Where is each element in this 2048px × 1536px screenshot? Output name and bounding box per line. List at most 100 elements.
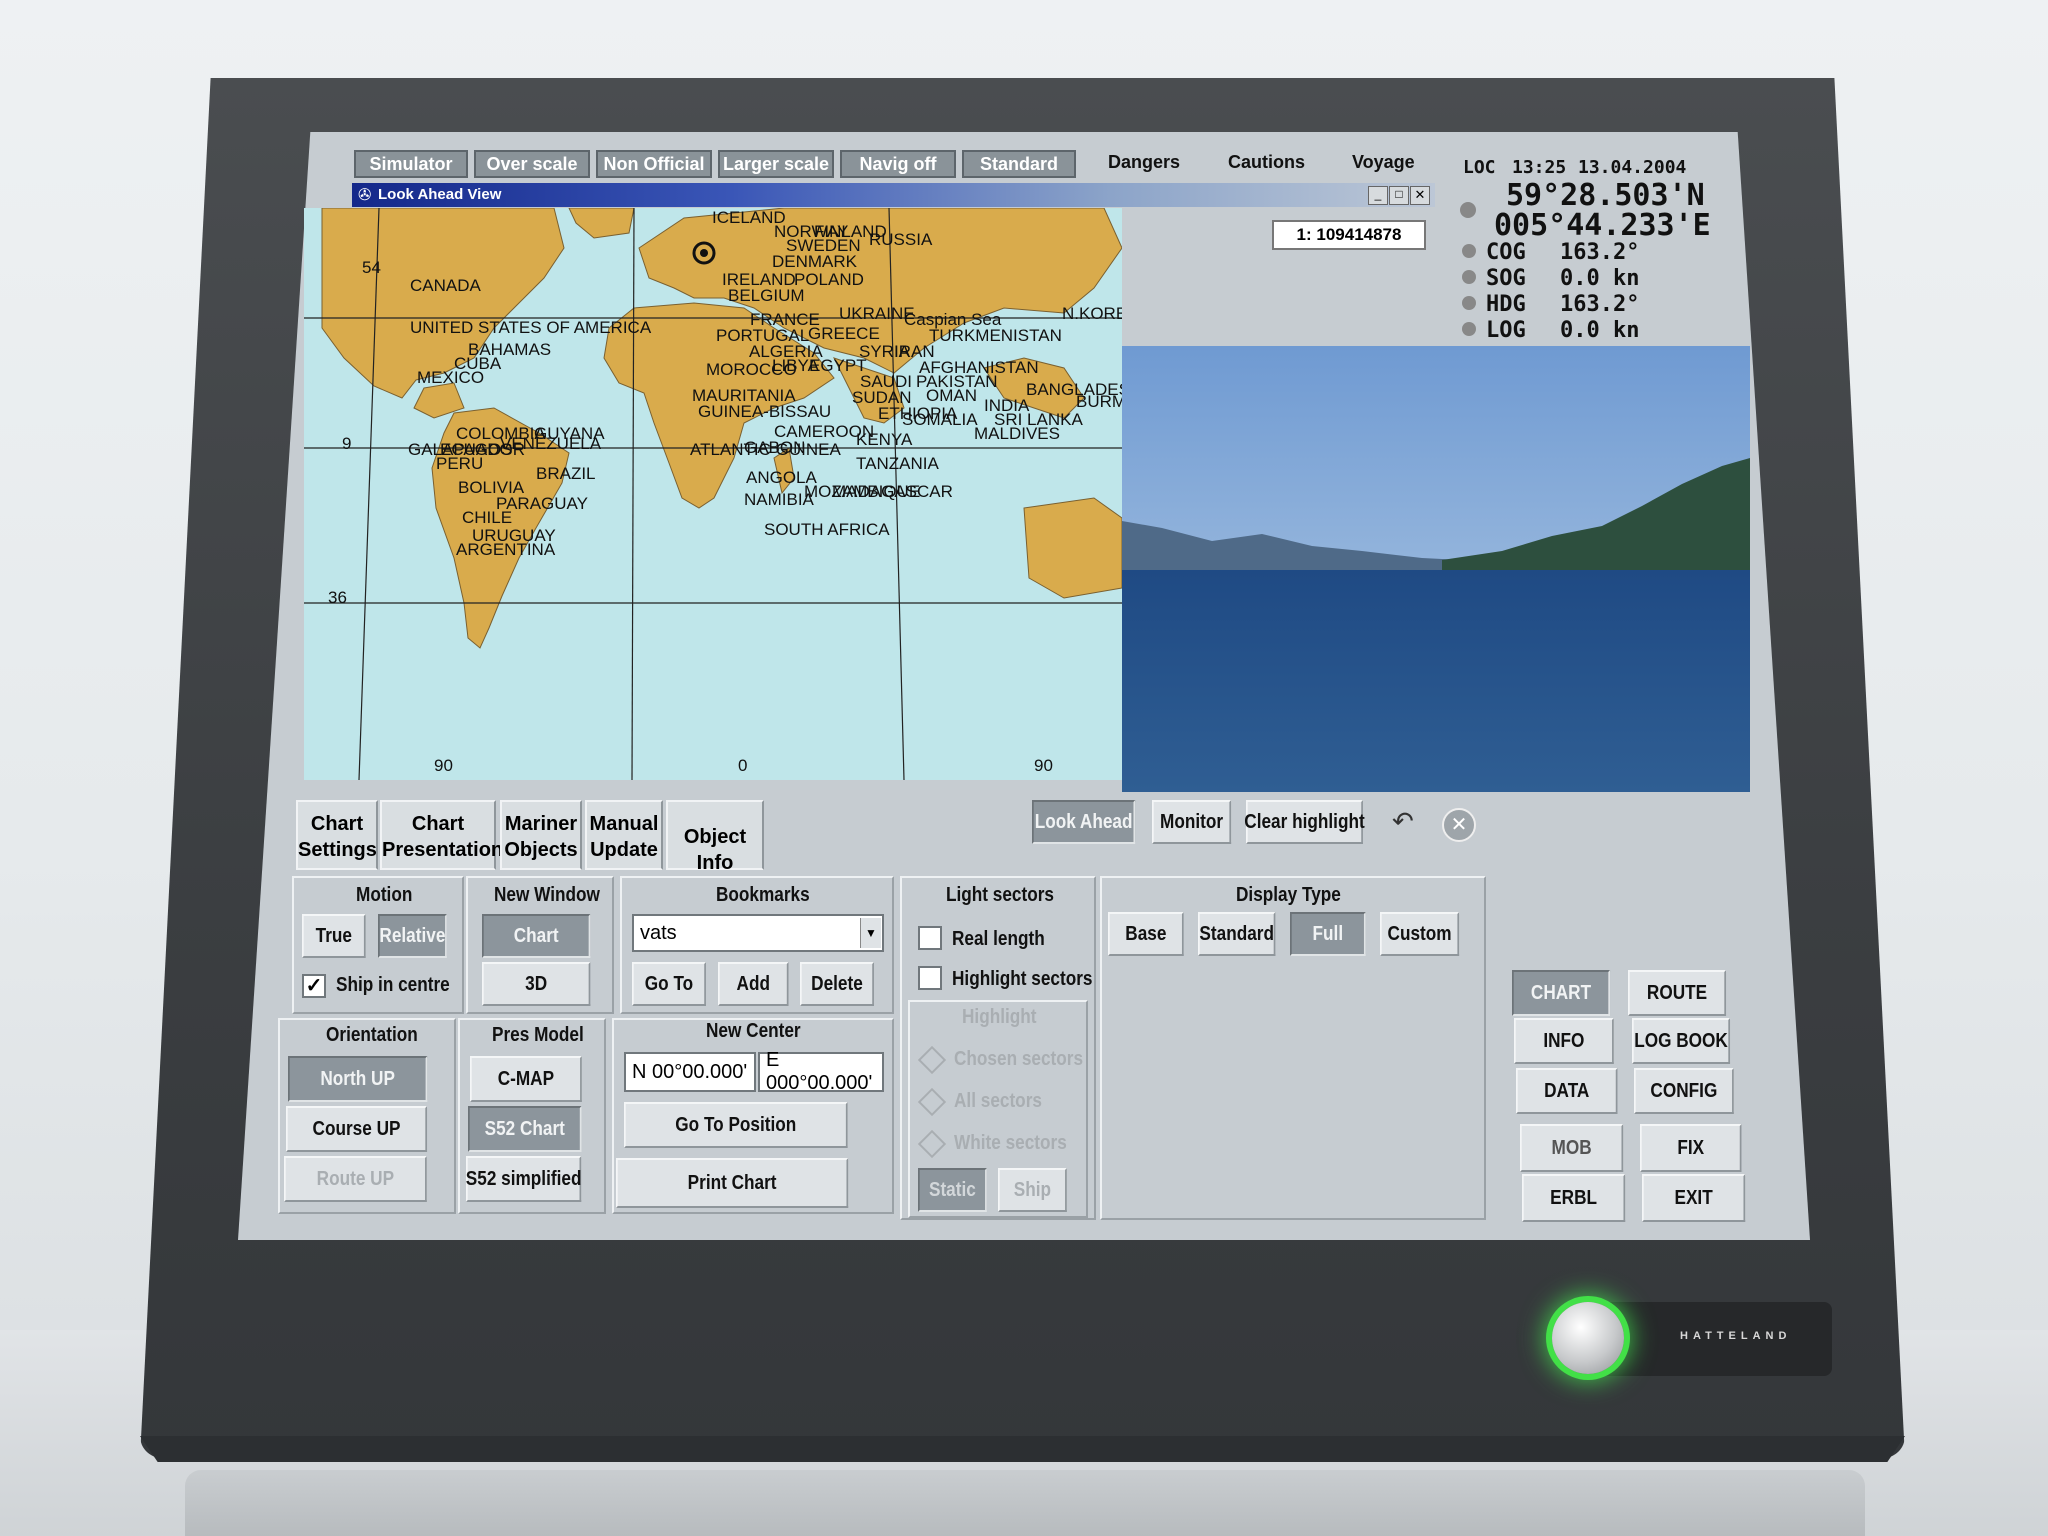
scale-readout: 1: 109414878 <box>1272 220 1426 250</box>
window-icon: ✇ <box>358 187 372 204</box>
ship-button[interactable]: Ship <box>998 1168 1067 1212</box>
map-label: RUSSIA <box>869 230 933 249</box>
tab-object-info[interactable]: Object Info <box>666 800 764 874</box>
non-official-button[interactable]: Non Official <box>596 150 712 178</box>
new-center-lon-value: E 000°00.000' <box>766 1049 873 1094</box>
map-tick: 9 <box>342 434 352 453</box>
bookmark-goto-button[interactable]: Go To <box>632 962 706 1006</box>
chosen-sectors-label: Chosen sectors <box>954 1048 1084 1070</box>
white-sectors-label: White sectors <box>954 1132 1067 1154</box>
map-tick: 90 <box>434 756 453 775</box>
s52-chart-button[interactable]: S52 Chart <box>468 1106 582 1152</box>
highlight-sectors-checkbox[interactable] <box>918 966 942 990</box>
menu-logbook-button[interactable]: LOG BOOK <box>1632 1018 1731 1064</box>
simulator-button[interactable]: Simulator <box>354 150 468 178</box>
cog-value: 163.2° <box>1560 240 1640 265</box>
window-titlebar: ✇ Look Ahead View _ □ ✕ <box>352 183 1435 207</box>
date-readout: 13.04.2004 <box>1578 157 1687 178</box>
menu-config-button[interactable]: CONFIG <box>1634 1068 1734 1114</box>
new-center-lat-value: N 00°00.000' <box>632 1060 748 1083</box>
menu-exit-button[interactable]: EXIT <box>1642 1174 1746 1222</box>
menu-info-button[interactable]: INFO <box>1514 1018 1614 1064</box>
voyage-link[interactable]: Voyage <box>1352 152 1415 173</box>
menu-route-button[interactable]: ROUTE <box>1628 970 1727 1016</box>
standard-button[interactable]: Standard <box>962 150 1076 178</box>
dangers-link[interactable]: Dangers <box>1108 152 1180 173</box>
monitor-button[interactable]: Monitor <box>1152 800 1232 844</box>
north-up-button[interactable]: North UP <box>288 1056 428 1102</box>
look-ahead-button[interactable]: Look Ahead <box>1032 800 1136 844</box>
ship-in-centre-checkbox[interactable]: ✓ <box>302 974 326 998</box>
print-chart-button[interactable]: Print Chart <box>616 1158 849 1208</box>
map-label: KENYA <box>856 430 913 449</box>
hdg-value: 163.2° <box>1560 292 1640 317</box>
tab-chart-presentation[interactable]: Chart Presentation <box>380 800 503 870</box>
log-indicator-icon <box>1462 322 1476 336</box>
minimize-icon[interactable]: _ <box>1368 186 1388 205</box>
power-knob[interactable] <box>1552 1302 1624 1374</box>
window-title: Look Ahead View <box>378 186 502 203</box>
sog-label: SOG <box>1486 266 1526 291</box>
motion-relative-button[interactable]: Relative <box>378 914 447 958</box>
map-label: MEXICO <box>417 368 485 387</box>
course-up-button[interactable]: Course UP <box>286 1106 428 1152</box>
new-center-lon-field[interactable]: E 000°00.000' <box>758 1049 884 1094</box>
map-tick: 36 <box>328 588 347 607</box>
navig-off-button[interactable]: Navig off <box>840 150 956 178</box>
bookmark-add-button[interactable]: Add <box>718 962 789 1006</box>
over-scale-button[interactable]: Over scale <box>474 150 590 178</box>
tab-chart-settings[interactable]: Chart Settings <box>296 800 378 870</box>
map-label: DENMARK <box>772 252 858 271</box>
cautions-link[interactable]: Cautions <box>1228 152 1305 173</box>
bookmarks-title: Bookmarks <box>716 884 810 906</box>
cmap-button[interactable]: C-MAP <box>470 1056 582 1102</box>
all-sectors-label: All sectors <box>954 1090 1042 1112</box>
new-window-3d-button[interactable]: 3D <box>482 962 591 1006</box>
clear-highlight-button[interactable]: Clear highlight <box>1244 800 1365 844</box>
map-label: ARGENTINA <box>456 540 556 559</box>
route-up-button[interactable]: Route UP <box>284 1156 427 1202</box>
close-window-icon[interactable]: ✕ <box>1410 186 1430 205</box>
bookmark-delete-button[interactable]: Delete <box>800 962 874 1006</box>
larger-scale-button[interactable]: Larger scale <box>718 150 834 178</box>
new-center-lat-field[interactable]: N 00°00.000' <box>624 1052 756 1092</box>
map-label: BRAZIL <box>536 464 596 483</box>
dropdown-arrow-icon[interactable]: ▼ <box>860 918 881 948</box>
menu-fix-button[interactable]: FIX <box>1640 1124 1742 1172</box>
brand-logo: HATTELAND <box>1680 1330 1792 1342</box>
map-label: MADAGASCAR <box>832 482 953 501</box>
undo-icon[interactable]: ↶ <box>1392 806 1414 837</box>
bezel-bottom-edge <box>140 1436 1905 1462</box>
highlight-sectors-label: Highlight sectors <box>952 968 1093 990</box>
hdg-indicator-icon <box>1462 296 1476 310</box>
tab-manual-update[interactable]: Manual Update <box>585 800 663 870</box>
new-window-chart-button[interactable]: Chart <box>482 914 591 958</box>
menu-mob-button[interactable]: MOB <box>1520 1124 1624 1172</box>
static-button[interactable]: Static <box>918 1168 987 1212</box>
log-label: LOG <box>1486 318 1526 343</box>
close-panel-icon[interactable]: ✕ <box>1442 808 1476 842</box>
menu-erbl-button[interactable]: ERBL <box>1522 1174 1626 1222</box>
display-full-button[interactable]: Full <box>1290 912 1366 956</box>
display-base-button[interactable]: Base <box>1108 912 1184 956</box>
map-label: OMAN <box>926 386 977 405</box>
s52-simplified-button[interactable]: S52 simplified <box>466 1156 581 1202</box>
display-standard-button[interactable]: Standard <box>1198 912 1276 956</box>
display-custom-button[interactable]: Custom <box>1380 912 1460 956</box>
chart-map[interactable]: ICELAND NORWAY FINLAND SWEDEN RUSSIA DEN… <box>304 208 1122 780</box>
menu-data-button[interactable]: DATA <box>1516 1068 1618 1114</box>
map-tick: 0 <box>738 756 748 775</box>
bookmarks-select[interactable]: vats <box>632 914 884 952</box>
tab-mariner-objects[interactable]: Mariner Objects <box>500 800 582 870</box>
bookmarks-value: vats <box>640 921 677 944</box>
cog-indicator-icon <box>1462 244 1476 258</box>
menu-chart-button[interactable]: CHART <box>1512 970 1611 1016</box>
map-tick: 54 <box>362 258 381 277</box>
time-readout: 13:25 <box>1512 157 1567 178</box>
go-to-position-button[interactable]: Go To Position <box>624 1102 848 1148</box>
camera-scene-svg <box>1122 346 1750 792</box>
map-label: MALDIVES <box>974 424 1060 443</box>
motion-true-button[interactable]: True <box>302 914 366 958</box>
maximize-icon[interactable]: □ <box>1389 186 1409 205</box>
real-length-checkbox[interactable] <box>918 926 942 950</box>
